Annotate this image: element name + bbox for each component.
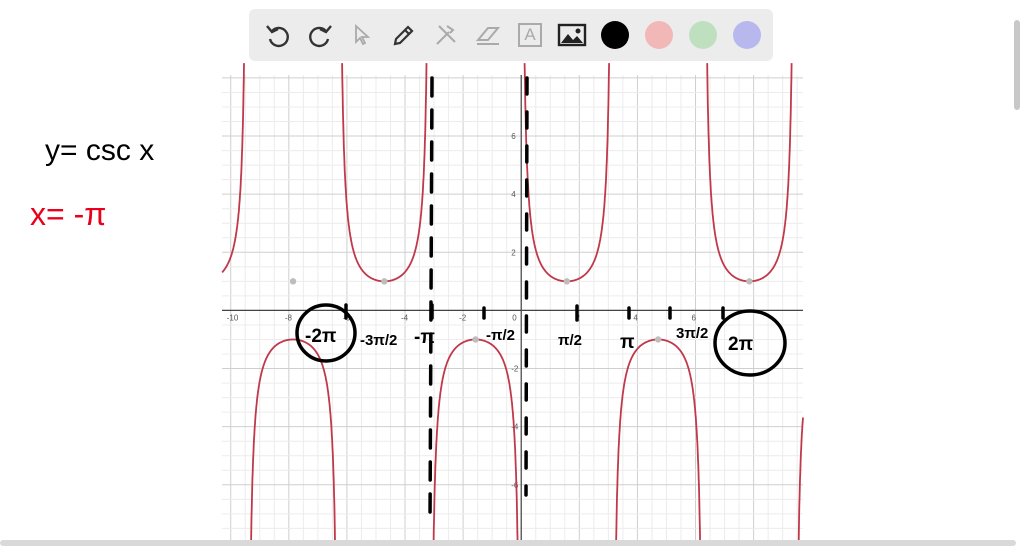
label-neg-3pi-2: -3π/2 xyxy=(360,332,397,349)
label-pi: π xyxy=(620,332,635,353)
color-pink[interactable] xyxy=(645,21,673,49)
x-tick-label: 4 xyxy=(633,313,638,322)
y-tick-label: -4 xyxy=(511,423,519,432)
undo-icon xyxy=(266,25,289,48)
y-tick-label: 2 xyxy=(511,248,516,257)
label-pi-2: π/2 xyxy=(558,332,582,349)
whiteboard-canvas[interactable]: -10 -8 -6 -4 -2 0 2 4 6-6-4-2246 -2π -3π/2 -π -π… xyxy=(0,0,1024,548)
image-icon xyxy=(557,23,587,47)
y-tick-label: -2 xyxy=(511,365,519,374)
label-neg-2pi: -2π xyxy=(305,326,337,347)
color-black[interactable] xyxy=(601,21,629,49)
color-green[interactable] xyxy=(689,21,717,49)
extremum-point xyxy=(746,278,753,285)
text-button[interactable]: A xyxy=(513,18,547,52)
y-tick-label: 4 xyxy=(511,190,516,199)
pen-icon xyxy=(393,25,414,46)
vertical-scroll-thumb[interactable] xyxy=(1014,20,1020,110)
pointer-button[interactable] xyxy=(345,18,379,52)
label-2pi: 2π xyxy=(728,334,754,355)
asymptote-text: x= -π xyxy=(30,196,106,232)
extremum-point xyxy=(654,336,662,343)
extremum-point xyxy=(563,278,571,285)
image-button[interactable] xyxy=(555,18,589,52)
text-icon: A xyxy=(518,23,542,47)
color-lavender[interactable] xyxy=(733,21,761,49)
y-tick-label: 6 xyxy=(511,132,516,141)
x-tick-label: -8 xyxy=(285,313,293,322)
label-neg-pi-2: -π/2 xyxy=(486,327,515,344)
horizontal-scrollbar[interactable] xyxy=(0,540,1016,546)
label-3pi-2: 3π/2 xyxy=(676,325,708,342)
tools-button[interactable] xyxy=(429,18,463,52)
undo-button[interactable] xyxy=(261,18,295,52)
redo-button[interactable] xyxy=(303,18,337,52)
label-neg-pi: -π xyxy=(414,327,435,348)
vertical-scrollbar[interactable] xyxy=(1014,20,1022,520)
tools-icon xyxy=(436,25,456,45)
pointer-icon xyxy=(355,23,371,46)
eraser-icon xyxy=(475,27,501,45)
extremum-point xyxy=(472,336,479,343)
eraser-button[interactable] xyxy=(471,18,505,52)
graph-area: -10 -8 -6 -4 -2 0 2 4 6-6-4-2246 xyxy=(221,63,804,543)
x-tick-label: -2 xyxy=(459,313,467,322)
drawing-toolbar: A xyxy=(249,9,773,61)
extremum-point xyxy=(289,278,297,285)
pen-button[interactable] xyxy=(387,18,421,52)
equation-text: y= csc x xyxy=(45,134,154,167)
extremum-point xyxy=(381,278,388,285)
x-tick-label: 6 xyxy=(692,313,697,322)
redo-icon xyxy=(309,25,332,48)
x-tick-label: 0 xyxy=(512,313,517,322)
x-tick-label: -4 xyxy=(401,313,409,322)
y-tick-label: -6 xyxy=(511,481,519,490)
x-tick-label: -10 xyxy=(227,313,239,322)
